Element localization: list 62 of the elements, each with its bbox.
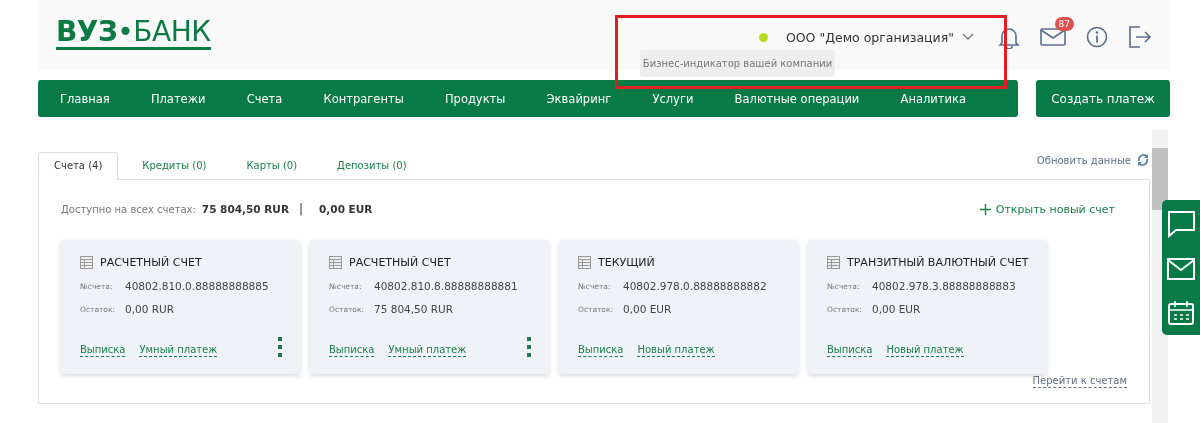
nav-item[interactable]: Продукты xyxy=(444,91,506,106)
card-link[interactable]: Выписка xyxy=(827,344,873,357)
nav-item[interactable]: Аналитика xyxy=(900,91,966,106)
go-to-accounts-link[interactable]: Перейти к счетам xyxy=(1032,375,1127,388)
tab[interactable]: Кредиты (0) xyxy=(126,152,223,179)
account-balance: 0,00 RUR xyxy=(125,303,174,315)
table-icon xyxy=(329,256,342,269)
account-number: 40802.978.0.88888888882 xyxy=(623,280,767,292)
total-amount: 75 804,50 RUR xyxy=(201,203,289,215)
kebab-menu-icon[interactable] xyxy=(278,337,282,357)
logout-icon[interactable] xyxy=(1128,26,1152,48)
total-amount: 0,00 EUR xyxy=(319,203,373,215)
kebab-menu-icon[interactable] xyxy=(527,337,531,357)
nav-item[interactable]: Услуги xyxy=(652,91,694,106)
chat-icon[interactable] xyxy=(1166,209,1196,238)
nav-item[interactable]: Платежи xyxy=(150,91,206,106)
card-link[interactable]: Выписка xyxy=(578,344,624,357)
account-balance: 0,00 EUR xyxy=(872,303,921,315)
card-link[interactable]: Новый платеж xyxy=(637,344,715,357)
calendar-icon[interactable] xyxy=(1167,299,1195,326)
mail-icon[interactable] xyxy=(1040,27,1066,47)
tab[interactable]: Счета (4) xyxy=(38,152,119,180)
card-link[interactable]: Умный платеж xyxy=(388,344,467,357)
open-account-link[interactable]: Открыть новый счет xyxy=(995,202,1115,216)
organization-selector[interactable]: ООО "Демо организация" xyxy=(785,29,954,45)
table-icon xyxy=(827,256,840,269)
table-icon xyxy=(578,256,591,269)
bell-icon[interactable] xyxy=(998,25,1020,49)
nav-item[interactable]: Контрагенты xyxy=(323,91,404,106)
create-payment-button[interactable]: Создать платеж xyxy=(1036,80,1170,117)
account-balance: 75 804,50 RUR xyxy=(374,303,454,315)
card-link[interactable]: Выписка xyxy=(80,344,126,357)
info-icon[interactable] xyxy=(1086,26,1108,48)
card-link[interactable]: Новый платеж xyxy=(886,344,964,357)
available-label: Доступно на всех счетах: xyxy=(61,203,196,215)
tooltip: Бизнес-индикатор вашей компании xyxy=(640,50,835,77)
unread-badge: 87 xyxy=(1054,17,1074,31)
account-number: 40802.810.0.88888888885 xyxy=(125,280,269,292)
table-icon xyxy=(80,256,93,269)
account-number: 40802.810.8.88888888881 xyxy=(374,280,518,292)
account-title: ТЕКУЩИЙ xyxy=(598,256,655,269)
refresh-icon[interactable] xyxy=(1136,153,1150,167)
separator: | xyxy=(299,202,304,216)
nav-item[interactable]: Счета xyxy=(246,91,283,106)
account-balance: 0,00 EUR xyxy=(623,303,672,315)
tab[interactable]: Депозиты (0) xyxy=(321,152,423,179)
nav-item[interactable]: Главная xyxy=(60,91,110,106)
status-dot-icon xyxy=(758,32,768,42)
nav-item[interactable]: Валютные операции xyxy=(734,91,860,106)
tab[interactable]: Карты (0) xyxy=(230,152,314,179)
account-title: РАСЧЕТНЫЙ СЧЕТ xyxy=(100,256,202,269)
chevron-down-icon[interactable] xyxy=(962,33,974,41)
plus-icon[interactable] xyxy=(979,203,991,215)
account-title: ТРАНЗИТНЫЙ ВАЛЮТНЫЙ СЧЕТ xyxy=(847,256,1029,269)
logo[interactable]: ВУЗ•БАНК xyxy=(56,16,211,50)
account-title: РАСЧЕТНЫЙ СЧЕТ xyxy=(349,256,451,269)
card-link[interactable]: Выписка xyxy=(329,344,375,357)
refresh-link[interactable]: Обновить данные xyxy=(1036,154,1131,166)
account-number: 40802.978.3.88888888883 xyxy=(872,280,1016,292)
nav-item[interactable]: Эквайринг xyxy=(546,91,612,106)
scrollbar-thumb[interactable] xyxy=(1152,148,1168,210)
card-link[interactable]: Умный платеж xyxy=(139,344,218,357)
